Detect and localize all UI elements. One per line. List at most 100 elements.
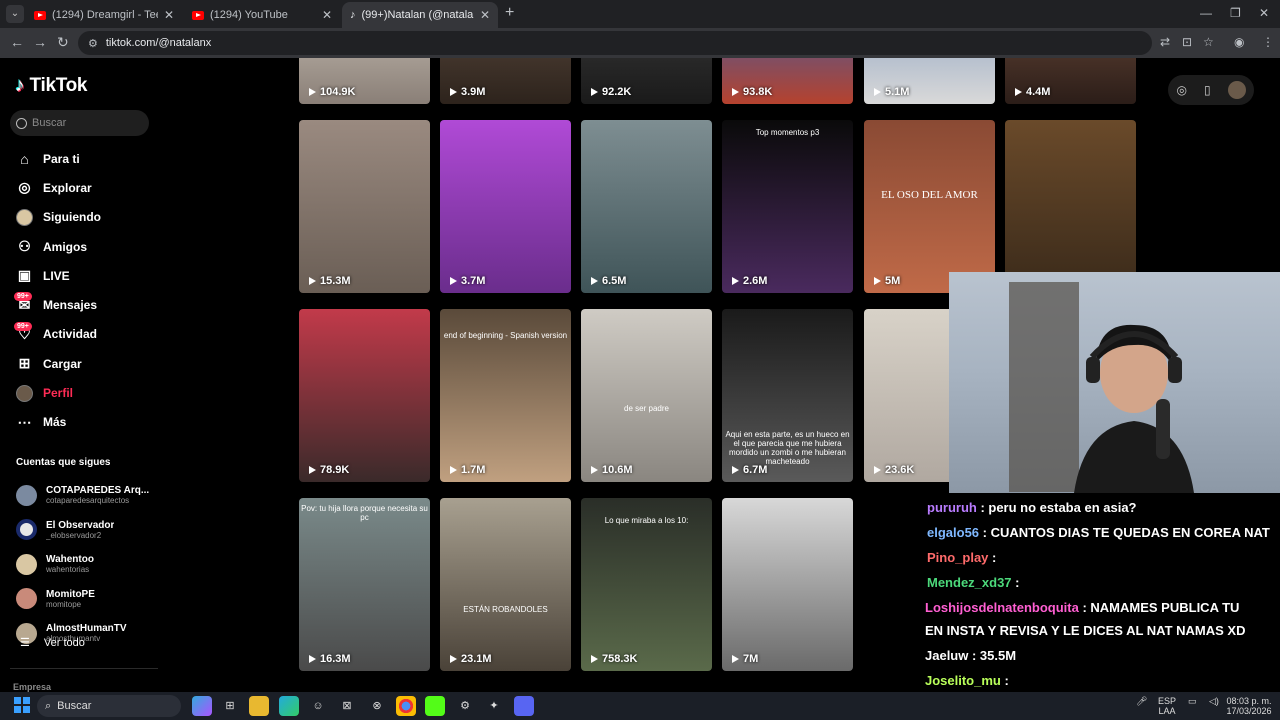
clock[interactable]: 08:03 p. m. 17/03/2026 [1226,696,1272,716]
following-account[interactable]: COTAPAREDES Arq... cotaparedesarquitecto… [16,478,161,513]
view-count-text: 104.9K [320,86,356,98]
view-count-text: 2.6M [743,275,768,287]
store-icon[interactable]: ⊞ [220,696,240,716]
search-icon [16,117,27,129]
windows-start-icon[interactable] [14,697,30,713]
video-thumbnail[interactable]: 78.9K [299,309,430,482]
app-icon[interactable]: ⊗ [367,696,387,716]
network-icon[interactable]: ▭ [1188,696,1197,706]
video-thumbnail[interactable]: Lo que miraba a los 10: 758.3K [581,498,712,671]
phone-icon[interactable]: ▯ [1204,83,1211,97]
translate-icon[interactable]: ⇄ [1160,35,1170,49]
sidebar-item-para-ti[interactable]: ⌂ Para ti [0,144,165,173]
video-thumbnail[interactable]: Aqui en esta parte, es un hueco en el qu… [722,309,853,482]
play-icon [874,88,881,96]
steam-icon[interactable]: ⚙ [455,696,475,716]
video-thumbnail[interactable]: 7M [722,498,853,671]
video-thumbnail[interactable]: end of beginning - Spanish version 1.7M [440,309,571,482]
compass-icon[interactable]: ◎ [1176,83,1186,97]
tab-youtube[interactable]: (1294) YouTube ✕ [184,2,340,28]
tiktok-logo[interactable]: ♪ TikTok [15,75,87,97]
edge-icon[interactable] [279,696,299,716]
video-thumbnail[interactable] [1005,120,1136,293]
mic-icon[interactable]: 🎤︎ [1136,696,1147,706]
chat-message: Jaeluw : 35.5M [925,648,1016,663]
sidebar-item-actividad[interactable]: ♡ 99+ Actividad [0,320,165,349]
taskbar-search[interactable]: ⌕ Buscar [37,695,181,717]
profile-icon[interactable]: ◉ [1234,35,1244,49]
volume-icon[interactable]: ◁) [1209,696,1219,706]
menu-kebab-icon[interactable]: ⋮ [1262,35,1274,49]
sidebar-item-amigos[interactable]: ⚇ Amigos [0,232,165,261]
xbox-icon[interactable]: ⊠ [337,696,357,716]
chrome-icon[interactable] [396,696,416,716]
close-tab-icon[interactable]: ✕ [322,8,332,22]
video-thumbnail[interactable]: 93.8K [722,58,853,104]
copilot-icon[interactable] [192,696,212,716]
sidebar-item-live[interactable]: ▣ LIVE [0,261,165,290]
sidebar-item-mensajes[interactable]: ✉ 99+ Mensajes [0,290,165,319]
maximize-icon[interactable]: ❐ [1230,6,1241,20]
video-thumbnail[interactable]: EL OSO DEL AMOR 5M [864,120,995,293]
video-thumbnail[interactable]: 15.3M [299,120,430,293]
sidebar-item-explorar[interactable]: ◎ Explorar [0,173,165,202]
discord-icon[interactable] [514,696,534,716]
close-tab-icon[interactable]: ✕ [480,8,490,22]
sidebar-item-label: LIVE [43,268,70,283]
sidebar-item-mas[interactable]: ⋯ Más [0,408,165,437]
sidebar-item-label: Para ti [43,151,80,166]
minimize-icon[interactable]: — [1200,6,1212,20]
view-count: 7M [732,653,758,665]
tab-search-icon[interactable]: ⌄ [6,5,24,23]
user-avatar[interactable] [1227,81,1246,99]
video-thumbnail[interactable]: Top momentos p3 2.6M [722,120,853,293]
play-icon [309,88,316,96]
install-app-icon[interactable]: ⊡ [1182,35,1192,49]
sidebar-item-label: Mensajes [43,298,98,313]
bookmark-star-icon[interactable]: ☆ [1203,35,1214,49]
address-bar[interactable]: ⚙ tiktok.com/@natalanx [78,31,1152,55]
footer-link-empresa[interactable]: Empresa [13,682,51,692]
folder-icon[interactable] [249,696,269,716]
video-thumbnail[interactable]: 92.2K [581,58,712,104]
video-thumbnail[interactable]: 3.9M [440,58,571,104]
site-info-icon[interactable]: ⚙ [88,37,98,50]
following-account[interactable]: El Observador _elobservador2 [16,513,161,548]
language-indicator[interactable]: ESP LAA [1158,696,1176,716]
video-caption: de ser padre [624,404,669,414]
play-icon [591,88,598,96]
video-thumbnail[interactable]: Pov: tu hija llora porque necesita su pc… [299,498,430,671]
search-input[interactable]: Buscar [10,110,149,136]
following-account[interactable]: Wahentoo wahentorias [16,547,161,582]
video-thumbnail[interactable]: 6.5M [581,120,712,293]
chat-separator: : [1011,575,1020,590]
view-count-text: 3.7M [461,275,486,287]
video-thumbnail[interactable]: 3.7M [440,120,571,293]
forward-icon[interactable]: → [33,34,47,50]
video-thumbnail[interactable]: 5.1M [864,58,995,104]
close-tab-icon[interactable]: ✕ [164,8,174,22]
sidebar-item-siguiendo[interactable]: Siguiendo [0,203,165,232]
tab-tiktok[interactable]: ♪ (99+)Natalan (@natalanx) | TikT ✕ [342,2,498,28]
video-thumbnail[interactable]: 104.9K [299,58,430,104]
app-icon[interactable]: ✦ [484,696,504,716]
close-window-icon[interactable]: ✕ [1259,6,1269,20]
video-thumbnail[interactable]: ESTÁN ROBANDOLES 23.1M [440,498,571,671]
sidebar-item-cargar[interactable]: ⊞ Cargar [0,349,165,378]
view-count: 78.9K [309,464,349,476]
video-thumbnail[interactable]: NASTY WORK.4.4M [1005,58,1136,104]
back-icon[interactable]: ← [10,34,24,50]
view-count-text: 758.3K [602,653,638,665]
play-icon [732,88,739,96]
tab-dreamgirl[interactable]: (1294) Dreamgirl - Teenage Blu ✕ [26,2,182,28]
view-count: 1.7M [450,464,485,476]
kick-icon[interactable] [425,696,445,716]
sidebar-item-perfil[interactable]: Perfil [0,378,165,407]
view-count-text: 93.8K [743,86,773,98]
video-thumbnail[interactable]: de ser padre 10.6M [581,309,712,482]
app-icon[interactable]: ☺ [308,696,328,716]
see-all-button[interactable]: ☰ Ver todo [20,636,85,650]
reload-icon[interactable]: ↻ [57,34,69,51]
new-tab-button[interactable]: + [505,5,514,21]
following-account[interactable]: MomitoPE momitope [16,582,161,617]
